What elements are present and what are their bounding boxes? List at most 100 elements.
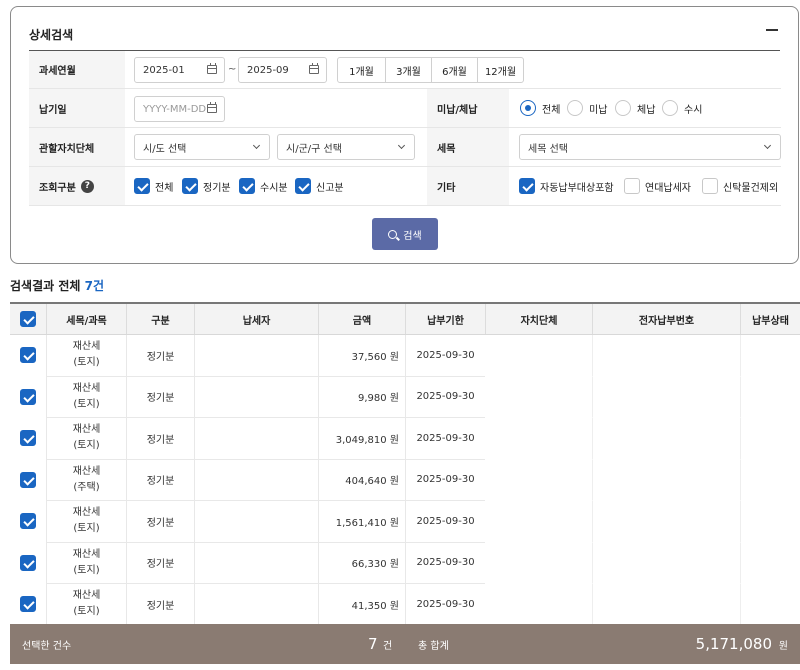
etc-check-trust[interactable]: 신탁물건제외 xyxy=(702,167,778,205)
period-6month-button[interactable]: 6개월 xyxy=(431,58,477,82)
row-checkbox[interactable] xyxy=(20,430,36,447)
result-count: 7건 xyxy=(84,279,104,293)
sigungu-select-value: 시/군/구 선택 xyxy=(286,143,342,155)
sido-select-value: 시/도 선택 xyxy=(143,143,187,155)
status-radio-overdue[interactable]: 체납 xyxy=(615,89,655,127)
taxtype-label: 세목 xyxy=(427,128,509,166)
row-tax-sub: (토지) xyxy=(73,357,100,369)
etc-trust-label: 신탁물건제외 xyxy=(723,182,779,194)
query-check-all[interactable]: 전체 xyxy=(134,167,173,205)
row-checkbox[interactable] xyxy=(20,471,36,488)
help-icon[interactable]: ? xyxy=(80,179,94,193)
row-due: 2025-09-30 xyxy=(405,335,485,377)
row-pay-status xyxy=(740,584,800,626)
row-due: 2025-09-30 xyxy=(405,542,485,584)
period-3month-button[interactable]: 3개월 xyxy=(385,58,431,82)
row-taxpayer xyxy=(194,376,318,418)
row-tax-sub: (토지) xyxy=(73,523,100,535)
taxtype-select-value: 세목 선택 xyxy=(528,143,568,155)
row-checkbox[interactable] xyxy=(20,347,36,364)
table-row[interactable]: 재산세 (토지) 정기분 37,560 원 2025-09-30 xyxy=(10,335,800,377)
row-epay-number xyxy=(592,501,740,543)
etc-check-autopay[interactable]: 자동납부대상포함 xyxy=(519,167,614,205)
table-row[interactable]: 재산세 (토지) 정기분 9,980 원 2025-09-30 xyxy=(10,376,800,418)
row-checkbox[interactable] xyxy=(20,554,36,571)
row-checkbox-cell xyxy=(10,335,46,377)
table-header: 세목/과목 구분 납세자 금액 납부기한 자치단체 전자납부번호 납부상태 xyxy=(10,302,800,335)
collapse-icon[interactable] xyxy=(764,21,780,37)
table-row[interactable]: 재산세 (주택) 정기분 404,640 원 2025-09-30 xyxy=(10,459,800,501)
search-button[interactable]: 검색 xyxy=(372,218,438,250)
period-quick-buttons: 1개월 3개월 6개월 12개월 xyxy=(337,57,524,83)
sido-select[interactable]: 시/도 선택 xyxy=(134,134,270,160)
row-checkbox-cell xyxy=(10,584,46,626)
period-to-input[interactable]: 2025-09 xyxy=(238,57,327,83)
row-due: 2025-09-30 xyxy=(405,418,485,460)
table-row[interactable]: 재산세 (토지) 정기분 1,561,410 원 2025-09-30 xyxy=(10,501,800,543)
taxtype-select[interactable]: 세목 선택 xyxy=(519,134,781,160)
checkbox-checked-icon[interactable] xyxy=(239,178,255,194)
select-all-header xyxy=(10,304,46,334)
row-municipality xyxy=(485,584,592,626)
row-tax-sub: (토지) xyxy=(73,440,100,452)
calendar-icon[interactable] xyxy=(309,63,319,74)
checkbox-icon[interactable] xyxy=(702,178,718,194)
table-row[interactable]: 재산세 (토지) 정기분 41,350 원 2025-09-30 xyxy=(10,584,800,626)
row-checkbox[interactable] xyxy=(20,388,36,405)
status-occasional-label: 수시 xyxy=(684,104,703,116)
radio-icon[interactable] xyxy=(662,100,678,116)
col-type[interactable]: 구분 xyxy=(126,304,194,334)
row-amount: 66,330 원 xyxy=(318,542,405,584)
period-1month-button[interactable]: 1개월 xyxy=(338,58,385,82)
query-check-regular[interactable]: 정기분 xyxy=(182,167,231,205)
status-radio-all[interactable]: 전체 xyxy=(520,89,560,127)
col-municipality[interactable]: 자치단체 xyxy=(485,304,592,334)
row-checkbox[interactable] xyxy=(20,596,36,613)
row-tax-cell: 재산세 (토지) xyxy=(46,542,126,584)
row-checkbox[interactable] xyxy=(20,513,36,530)
period-12month-button[interactable]: 12개월 xyxy=(477,58,523,82)
query-label-cell: 조회구분 ? xyxy=(29,167,125,205)
due-label: 납기일 xyxy=(29,89,125,127)
row-pay-status xyxy=(740,542,800,584)
query-check-report[interactable]: 신고분 xyxy=(295,167,344,205)
radio-checked-icon[interactable] xyxy=(520,100,536,116)
search-button-label: 검색 xyxy=(403,230,422,242)
calendar-icon[interactable] xyxy=(207,102,217,113)
checkbox-checked-icon[interactable] xyxy=(295,178,311,194)
row-tax-sub: (토지) xyxy=(73,606,100,618)
row-municipality xyxy=(485,335,592,377)
col-due[interactable]: 납부기한 xyxy=(405,304,485,334)
table-row[interactable]: 재산세 (토지) 정기분 66,330 원 2025-09-30 xyxy=(10,542,800,584)
calendar-icon[interactable] xyxy=(207,63,217,74)
col-amount[interactable]: 금액 xyxy=(318,304,405,334)
sigungu-select[interactable]: 시/군/구 선택 xyxy=(277,134,415,160)
checkbox-checked-icon[interactable] xyxy=(134,178,150,194)
row-taxpayer xyxy=(194,418,318,460)
col-pay-status[interactable]: 납부상태 xyxy=(740,304,800,334)
row-amount: 404,640 원 xyxy=(318,459,405,501)
col-taxpayer[interactable]: 납세자 xyxy=(194,304,318,334)
table-row[interactable]: 재산세 (토지) 정기분 3,049,810 원 2025-09-30 xyxy=(10,418,800,460)
query-regular-label: 정기분 xyxy=(203,182,231,194)
due-date-input[interactable]: YYYY-MM-DD xyxy=(134,96,225,122)
query-check-occasional[interactable]: 수시분 xyxy=(239,167,288,205)
col-tax[interactable]: 세목/과목 xyxy=(46,304,126,334)
status-overdue-label: 체납 xyxy=(637,104,656,116)
row-tax-cell: 재산세 (토지) xyxy=(46,418,126,460)
radio-icon[interactable] xyxy=(567,100,583,116)
row-tax-cell: 재산세 (토지) xyxy=(46,584,126,626)
period-from-input[interactable]: 2025-01 xyxy=(134,57,225,83)
row-pay-status xyxy=(740,418,800,460)
checkbox-checked-icon[interactable] xyxy=(182,178,198,194)
query-occasional-label: 수시분 xyxy=(260,182,288,194)
select-all-checkbox[interactable] xyxy=(20,311,36,327)
total-amount: 5,171,080 xyxy=(695,635,772,653)
checkbox-icon[interactable] xyxy=(624,178,640,194)
status-radio-occasional[interactable]: 수시 xyxy=(662,89,702,127)
status-radio-unpaid[interactable]: 미납 xyxy=(567,89,607,127)
etc-check-joint[interactable]: 연대납세자 xyxy=(624,167,691,205)
col-epay-number[interactable]: 전자납부번호 xyxy=(592,304,740,334)
radio-icon[interactable] xyxy=(615,100,631,116)
checkbox-checked-icon[interactable] xyxy=(519,178,535,194)
